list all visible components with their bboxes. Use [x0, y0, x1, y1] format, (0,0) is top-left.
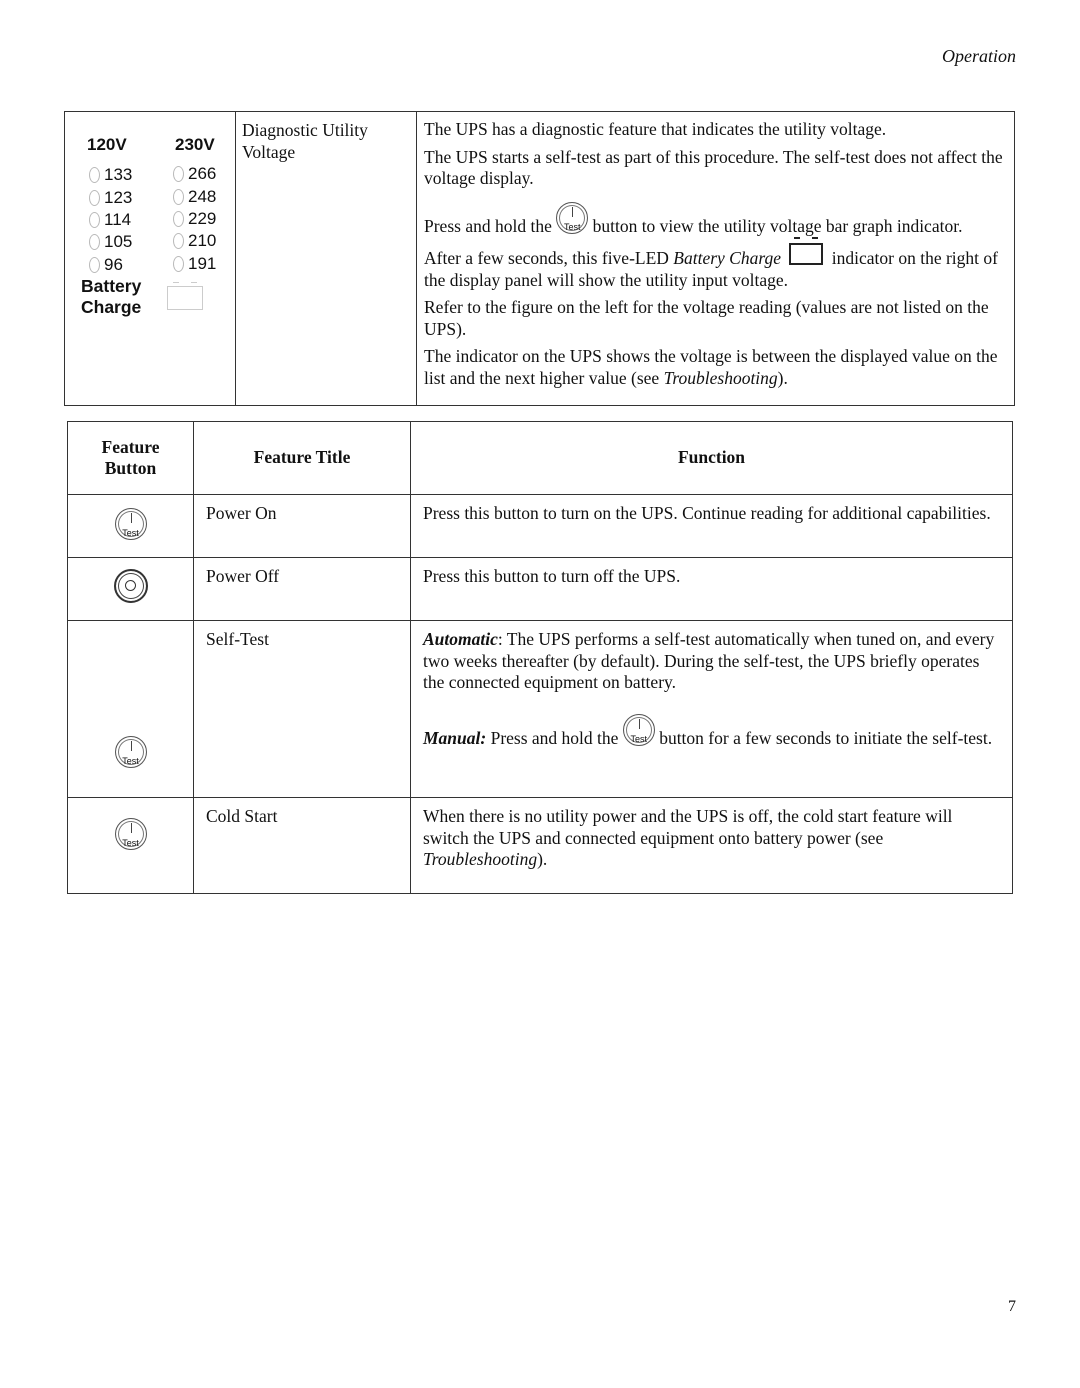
led-row-230: 191: [173, 253, 216, 275]
test-button-icon: Test: [114, 508, 147, 541]
led-icon: [89, 166, 100, 183]
led-row-120: 133: [89, 164, 132, 186]
led-row-120: 123: [89, 187, 132, 209]
led-row-230: 248: [173, 186, 216, 208]
feature-title: Cold Start: [193, 797, 411, 894]
led-icon: [89, 189, 100, 206]
led-icon: [89, 256, 100, 273]
table-row: Test Cold Start When there is no utility…: [67, 797, 1013, 894]
led-row-120: 105: [89, 231, 132, 253]
led-icon: [89, 233, 100, 250]
feature-function: Press this button to turn off the UPS.: [410, 557, 1013, 621]
feature-title: Power Off: [193, 557, 411, 621]
power-off-button-icon: [113, 569, 148, 604]
led-row-120: 96: [89, 254, 123, 276]
120v-column-label: 120V: [87, 135, 127, 154]
test-button-icon: Test: [622, 713, 655, 746]
feature-function: Automatic: The UPS performs a self-test …: [410, 620, 1013, 798]
battery-charge-icon: [789, 237, 824, 265]
table-row: Test Self-Test Automatic: The UPS perfor…: [67, 620, 1013, 798]
feature-function: When there is no utility power and the U…: [410, 797, 1013, 894]
led-icon: [173, 188, 184, 205]
header-function: Function: [410, 421, 1013, 495]
section-header: Operation: [942, 46, 1016, 66]
diagnostic-voltage-table: 120V 230V 133 123 114 105 96 266 248 229…: [64, 111, 1015, 406]
led-icon: [173, 210, 184, 227]
voltage-figure-cell: 120V 230V 133 123 114 105 96 266 248 229…: [64, 111, 236, 406]
test-button-icon: Test: [114, 818, 147, 850]
test-button-icon: Test: [114, 735, 147, 768]
230v-column-label: 230V: [175, 135, 215, 154]
test-button-icon: Test: [556, 201, 589, 234]
led-icon: [173, 165, 184, 182]
led-icon: [173, 232, 184, 249]
led-row-120: 114: [89, 209, 131, 231]
header-feature-title: Feature Title: [193, 421, 411, 495]
diagnostic-title: Diagnostic Utility Voltage: [235, 111, 417, 406]
led-icon: [89, 211, 100, 228]
led-row-230: 229: [173, 208, 216, 230]
table-row: Power Off Press this button to turn off …: [67, 557, 1013, 621]
feature-table: Feature Button Feature Title Function Te…: [67, 421, 1013, 894]
battery-charge-label: Battery Charge: [81, 276, 142, 317]
feature-table-header: Feature Button Feature Title Function: [67, 421, 1013, 495]
feature-title: Power On: [193, 494, 411, 558]
page-number: 7: [1008, 1298, 1016, 1315]
battery-icon: [167, 282, 203, 310]
led-row-230: 266: [173, 163, 216, 185]
header-feature-button: Feature Button: [67, 421, 194, 495]
led-row-230: 210: [173, 230, 216, 252]
led-icon: [173, 255, 184, 272]
diagnostic-description: The UPS has a diagnostic feature that in…: [416, 111, 1015, 406]
feature-title: Self-Test: [193, 620, 411, 798]
table-row: Test Power On Press this button to turn …: [67, 494, 1013, 558]
voltage-led-figure: 120V 230V 133 123 114 105 96 266 248 229…: [65, 112, 235, 317]
feature-function: Press this button to turn on the UPS. Co…: [410, 494, 1013, 558]
